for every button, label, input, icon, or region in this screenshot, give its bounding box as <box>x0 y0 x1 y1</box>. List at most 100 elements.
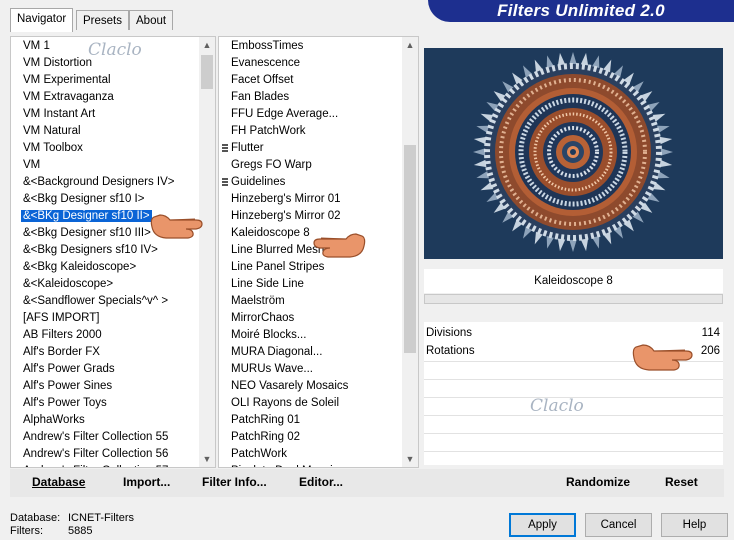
category-list[interactable]: VM 1 VM Distortion VM Experimental VM Extra… <box>10 36 216 468</box>
list-item-label: FFU Edge Average... <box>231 108 339 120</box>
list-item[interactable]: OLI Rayons de Soleil <box>219 395 418 412</box>
randomize-button[interactable]: Randomize <box>566 475 630 489</box>
param-value-divisions[interactable]: 114 <box>702 327 720 339</box>
list-item[interactable]: Fan Blades <box>219 89 418 106</box>
list-item-label: Kaleidoscope 8 <box>231 227 310 239</box>
list-item[interactable]: Flutter <box>219 140 418 157</box>
apply-button[interactable]: Apply <box>509 513 576 537</box>
list-item[interactable]: Pixelate Dual Mosaic <box>219 463 418 467</box>
list-item-label: Moiré Blocks... <box>231 329 307 341</box>
scroll-down-arrow-icon[interactable]: ▼ <box>402 451 418 467</box>
param-label-rotations: Rotations <box>426 345 475 357</box>
list-item[interactable]: Andrew's Filter Collection 57 <box>11 463 215 467</box>
list-item-label: AB Filters 2000 <box>23 329 102 341</box>
list-item-label: Alf's Power Grads <box>23 363 115 375</box>
list-item-label: Hinzeberg's Mirror 01 <box>231 193 341 205</box>
help-button[interactable]: Help <box>661 513 728 537</box>
scroll-up-arrow-icon[interactable]: ▲ <box>402 37 418 53</box>
list-item[interactable]: PatchRing 01 <box>219 412 418 429</box>
list-item-label: Fan Blades <box>231 91 290 103</box>
list-item[interactable]: &<Kaleidoscope> <box>11 276 215 293</box>
list-item[interactable]: VM Toolbox <box>11 140 215 157</box>
watermark-text: Claclo <box>530 396 584 416</box>
list-item[interactable]: Hinzeberg's Mirror 01 <box>219 191 418 208</box>
database-label: Database: <box>10 512 61 524</box>
list-item-label: MURA Diagonal... <box>231 346 323 358</box>
reset-button[interactable]: Reset <box>665 475 698 489</box>
list-item[interactable]: MURUs Wave... <box>219 361 418 378</box>
filter-name-panel: Kaleidoscope 8 <box>424 269 723 293</box>
editor-button[interactable]: Editor... <box>299 475 343 489</box>
list-item[interactable]: AB Filters 2000 <box>11 327 215 344</box>
list-item[interactable]: EmbossTimes <box>219 38 418 55</box>
list-item[interactable]: VM Natural <box>11 123 215 140</box>
list-item[interactable]: Line Panel Stripes <box>219 259 418 276</box>
list-item[interactable]: &<Sandflower Specials^v^ > <box>11 293 215 310</box>
list-item[interactable]: &<Bkg Kaleidoscope> <box>11 259 215 276</box>
list-item[interactable]: Evanescence <box>219 55 418 72</box>
list-item-label: Line Side Line <box>231 278 304 290</box>
import-button[interactable]: Import... <box>123 475 170 489</box>
list-item-label: &<Background Designers IV> <box>23 176 175 188</box>
list-item[interactable]: MirrorChaos <box>219 310 418 327</box>
filter-info-button[interactable]: Filter Info... <box>202 475 267 489</box>
list-item-label: Line Panel Stripes <box>231 261 325 273</box>
list-item[interactable]: Maelström <box>219 293 418 310</box>
scroll-thumb[interactable] <box>201 55 213 89</box>
list-item-label: VM <box>23 159 41 171</box>
list-item[interactable]: Alf's Border FX <box>11 344 215 361</box>
list-item[interactable]: Alf's Power Toys <box>11 395 215 412</box>
filter-name-label: Kaleidoscope 8 <box>534 275 613 287</box>
list-item-label: Facet Offset <box>231 74 294 86</box>
list-item[interactable]: NEO Vasarely Mosaics <box>219 378 418 395</box>
list-item-label: Hinzeberg's Mirror 02 <box>231 210 341 222</box>
list-item-label: &<Kaleidoscope> <box>23 278 114 290</box>
list-item-label: Alf's Power Toys <box>23 397 107 409</box>
list-item-label: AlphaWorks <box>23 414 85 426</box>
list-item[interactable]: PatchWork <box>219 446 418 463</box>
param-value-rotations[interactable]: 206 <box>701 345 720 357</box>
list-item-label: EmbossTimes <box>231 40 304 52</box>
list-item-label: VM 1 <box>23 40 50 52</box>
filters-label: Filters: <box>10 525 43 537</box>
list-item[interactable]: &<Bkg Designer sf10 I> <box>11 191 215 208</box>
database-button[interactable]: Database <box>32 475 85 489</box>
list-item[interactable]: AlphaWorks <box>11 412 215 429</box>
category-scrollbar[interactable]: ▲ ▼ <box>199 37 215 467</box>
tab-presets[interactable]: Presets <box>76 10 129 30</box>
list-item[interactable]: Andrew's Filter Collection 55 <box>11 429 215 446</box>
list-item-label: PatchWork <box>231 448 288 460</box>
list-item[interactable]: VM Experimental <box>11 72 215 89</box>
list-item-label: &<Sandflower Specials^v^ > <box>23 295 169 307</box>
list-item[interactable]: VM Instant Art <box>11 106 215 123</box>
list-item-label: Evanescence <box>231 57 301 69</box>
list-item[interactable]: Guidelines <box>219 174 418 191</box>
list-item[interactable]: Moiré Blocks... <box>219 327 418 344</box>
scroll-down-arrow-icon[interactable]: ▼ <box>199 451 215 467</box>
scroll-up-arrow-icon[interactable]: ▲ <box>199 37 215 53</box>
list-item[interactable]: Andrew's Filter Collection 56 <box>11 446 215 463</box>
list-item[interactable]: Line Side Line <box>219 276 418 293</box>
list-item[interactable]: FH PatchWork <box>219 123 418 140</box>
tab-about[interactable]: About <box>129 10 174 30</box>
list-item[interactable]: [AFS IMPORT] <box>11 310 215 327</box>
list-item[interactable]: Hinzeberg's Mirror 02 <box>219 208 418 225</box>
list-item[interactable]: Facet Offset <box>219 72 418 89</box>
list-item[interactable]: VM Extravaganza <box>11 89 215 106</box>
scroll-thumb[interactable] <box>404 145 416 353</box>
cancel-button[interactable]: Cancel <box>585 513 652 537</box>
list-item[interactable]: Alf's Power Sines <box>11 378 215 395</box>
list-item[interactable]: &<Background Designers IV> <box>11 174 215 191</box>
list-item[interactable]: Alf's Power Grads <box>11 361 215 378</box>
list-item[interactable]: &<Bkg Designers sf10 IV> <box>11 242 215 259</box>
tab-navigator[interactable]: Navigator <box>10 8 74 32</box>
list-item[interactable]: MURA Diagonal... <box>219 344 418 361</box>
list-item[interactable]: VM <box>11 157 215 174</box>
list-item[interactable]: FFU Edge Average... <box>219 106 418 123</box>
list-item-label: &<Bkg Designer sf10 I> <box>23 193 145 205</box>
list-item-label: Alf's Power Sines <box>23 380 113 392</box>
filter-scrollbar[interactable]: ▲ ▼ <box>402 37 418 467</box>
list-item[interactable]: Gregs FO Warp <box>219 157 418 174</box>
list-item[interactable]: PatchRing 02 <box>219 429 418 446</box>
filters-count: 5885 <box>68 525 93 537</box>
